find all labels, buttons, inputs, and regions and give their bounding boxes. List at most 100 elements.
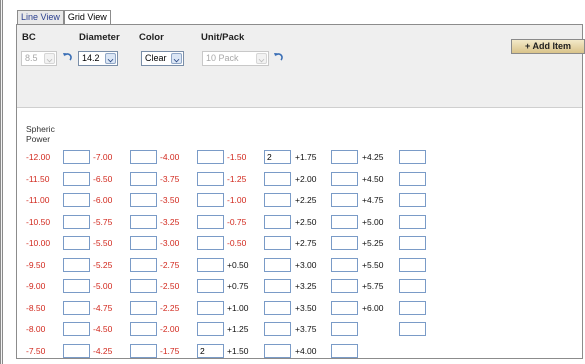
power-label: -5.00 — [93, 281, 113, 291]
quantity-input[interactable]: 2 — [197, 343, 224, 358]
power-label: +0.50 — [227, 259, 249, 270]
power-label: +2.50 — [295, 216, 317, 227]
quantity-input[interactable] — [331, 236, 358, 250]
quantity-input[interactable] — [264, 214, 291, 229]
quantity-input[interactable] — [331, 257, 358, 272]
power-label: -4.50 — [93, 324, 113, 334]
quantity-input[interactable] — [130, 279, 157, 293]
quantity-input[interactable] — [197, 279, 224, 293]
quantity-input[interactable] — [399, 322, 426, 336]
color-header: Color — [139, 32, 164, 43]
quantity-input[interactable] — [264, 300, 291, 315]
quantity-input[interactable] — [399, 150, 426, 164]
quantity-input[interactable] — [63, 300, 90, 315]
quantity-input[interactable] — [264, 171, 291, 186]
power-label: -1.00 — [227, 195, 247, 205]
quantity-input[interactable] — [399, 279, 426, 293]
quantity-input[interactable] — [331, 171, 358, 186]
quantity-input[interactable] — [130, 193, 157, 207]
quantity-input[interactable] — [331, 279, 358, 293]
quantity-input[interactable] — [63, 322, 90, 336]
color-select[interactable]: Clear — [141, 51, 184, 66]
quantity-input[interactable]: 2 — [264, 150, 291, 164]
tab-line-view-label[interactable]: Line View — [21, 12, 60, 22]
quantity-input[interactable] — [264, 279, 291, 293]
quantity-input[interactable] — [130, 171, 157, 186]
quantity-input[interactable] — [197, 150, 224, 164]
quantity-input[interactable] — [63, 343, 90, 358]
quantity-input[interactable] — [130, 257, 157, 272]
quantity-input[interactable] — [264, 343, 291, 358]
quantity-input[interactable] — [63, 171, 90, 186]
options-bar: BC Diameter Color Unit/Pack 8.5 14.2 Cle… — [17, 25, 585, 107]
power-label: -2.25 — [160, 302, 180, 313]
power-label: -5.25 — [93, 259, 113, 270]
quantity-input[interactable] — [331, 193, 358, 207]
chevron-down-icon[interactable] — [44, 53, 55, 64]
chevron-down-icon[interactable] — [171, 53, 182, 64]
power-label: -4.00 — [160, 152, 180, 162]
quantity-input[interactable] — [331, 300, 358, 315]
power-label: -6.00 — [93, 195, 113, 205]
quantity-input[interactable] — [63, 150, 90, 164]
power-label: -1.25 — [227, 173, 247, 184]
tab-grid-view[interactable]: Grid View — [63, 10, 111, 25]
power-label: -0.50 — [227, 238, 247, 248]
quantity-input[interactable] — [130, 214, 157, 229]
undo-icon[interactable] — [273, 52, 283, 62]
chevron-down-icon[interactable] — [256, 53, 267, 64]
chevron-down-icon[interactable] — [105, 53, 116, 64]
quantity-input[interactable] — [399, 236, 426, 250]
undo-icon[interactable] — [62, 52, 72, 62]
power-label-line: Power — [26, 134, 51, 144]
quantity-input[interactable] — [264, 257, 291, 272]
quantity-input[interactable] — [399, 171, 426, 186]
quantity-input[interactable] — [399, 193, 426, 207]
power-label: -3.00 — [160, 238, 180, 248]
bc-select[interactable]: 8.5 — [21, 51, 57, 66]
unit-pack-select[interactable]: 10 Pack — [202, 51, 269, 66]
power-label: +3.75 — [295, 324, 317, 334]
quantity-input[interactable] — [63, 279, 90, 293]
quantity-input[interactable] — [197, 193, 224, 207]
quantity-input[interactable] — [130, 236, 157, 250]
power-label: -2.75 — [160, 259, 180, 270]
power-label: -9.00 — [26, 281, 46, 291]
quantity-input[interactable] — [264, 193, 291, 207]
quantity-input[interactable] — [197, 214, 224, 229]
quantity-input[interactable] — [197, 236, 224, 250]
quantity-input[interactable] — [197, 257, 224, 272]
unit-pack-header: Unit/Pack — [201, 32, 245, 43]
power-label: -10.00 — [26, 238, 51, 248]
quantity-input[interactable] — [130, 300, 157, 315]
quantity-input[interactable] — [264, 322, 291, 336]
quantity-input[interactable] — [399, 257, 426, 272]
tab-line-view[interactable]: Line View — [17, 10, 64, 24]
tab-grid-view-label[interactable]: Grid View — [68, 12, 107, 22]
quantity-input[interactable] — [197, 322, 224, 336]
power-label: -3.50 — [160, 195, 180, 205]
quantity-input[interactable] — [331, 150, 358, 164]
quantity-input[interactable] — [63, 236, 90, 250]
quantity-input[interactable] — [399, 300, 426, 315]
quantity-input[interactable] — [197, 171, 224, 186]
quantity-input[interactable] — [63, 257, 90, 272]
quantity-input[interactable] — [331, 343, 358, 358]
quantity-input[interactable] — [130, 343, 157, 358]
quantity-input[interactable] — [130, 322, 157, 336]
quantity-input[interactable] — [331, 322, 358, 336]
quantity-input[interactable] — [63, 214, 90, 229]
quantity-input[interactable] — [130, 150, 157, 164]
quantity-input[interactable] — [63, 193, 90, 207]
diameter-select[interactable]: 14.2 — [78, 51, 118, 66]
quantity-input[interactable] — [197, 300, 224, 315]
quantity-input[interactable] — [399, 214, 426, 229]
quantity-input[interactable] — [331, 214, 358, 229]
power-label: -2.00 — [160, 324, 180, 334]
power-label: +2.25 — [295, 195, 317, 205]
quantity-input[interactable] — [264, 236, 291, 250]
add-item-button[interactable]: + Add Item — [511, 39, 585, 54]
power-label: +1.50 — [227, 345, 249, 356]
spheric-label-line: Spheric — [26, 124, 55, 134]
power-label: -4.75 — [93, 302, 113, 313]
